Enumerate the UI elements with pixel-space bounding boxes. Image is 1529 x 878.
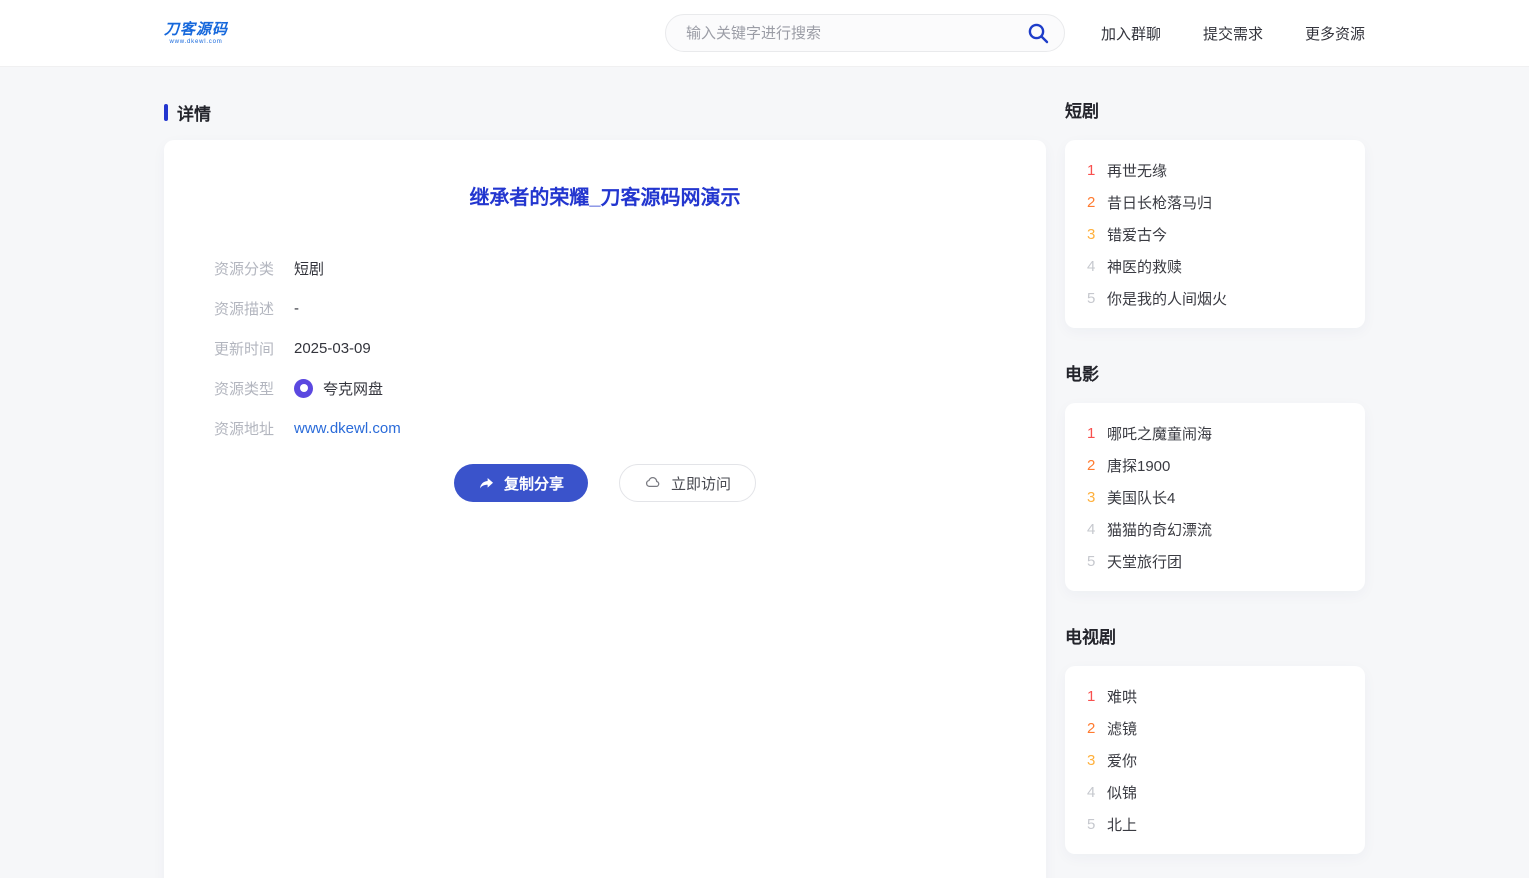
ranking-card: 1 再世无缘 2 昔日长枪落马归 3 错爱古今 4 神医的救赎 5 你是我的人间烟火 [1065,140,1365,328]
field-row-2: 资源描述- [214,288,996,328]
page-body: 详情 继承者的荣耀_刀客源码网演示 资源分类短剧资源描述-更新时间2025-03… [164,67,1365,878]
site-logo[interactable]: 刀客源码 www.dkewl.com [164,21,228,46]
search-input[interactable] [686,25,1026,42]
rank-number: 3 [1087,752,1102,769]
ranking-item-title: 爱你 [1107,750,1137,771]
share-icon [478,475,495,492]
ranking-item[interactable]: 3 美国队长4 [1065,481,1365,513]
detail-card: 继承者的荣耀_刀客源码网演示 资源分类短剧资源描述-更新时间2025-03-09… [164,140,1046,878]
copy-share-button[interactable]: 复制分享 [454,464,588,502]
field-label: 资源分类 [214,258,294,279]
ranking-card: 1 哪吒之魔童闹海 2 唐探1900 3 美国队长4 4 猫猫的奇幻漂流 5 天堂旅行团 [1065,403,1365,591]
cloud-icon [644,474,662,492]
ranking-item[interactable]: 1 哪吒之魔童闹海 [1065,417,1365,449]
search-bar [665,14,1065,52]
sidebar: 短剧 1 再世无缘 2 昔日长枪落马归 3 错爱古今 4 神医的救赎 5 你是我的人间烟火电影 1 哪吒… [1065,102,1365,878]
ranking-item-title: 再世无缘 [1107,160,1167,181]
ranking-item[interactable]: 2 唐探1900 [1065,449,1365,481]
ranking-item[interactable]: 2 昔日长枪落马归 [1065,186,1365,218]
rank-number: 3 [1087,489,1102,506]
field-label: 资源描述 [214,298,294,319]
ranking-item[interactable]: 2 滤镜 [1065,712,1365,744]
ranking-item-title: 美国队长4 [1107,487,1175,508]
rank-number: 2 [1087,194,1102,211]
nav-link-1[interactable]: 加入群聊 [1101,23,1161,44]
sidebar-section-title: 短剧 [1065,102,1365,122]
ranking-item-title: 北上 [1107,814,1137,835]
detail-section-heading: 详情 [164,102,1046,122]
ranking-item[interactable]: 1 再世无缘 [1065,154,1365,186]
ranking-item[interactable]: 3 错爱古今 [1065,218,1365,250]
field-row-3: 更新时间2025-03-09 [214,328,996,368]
action-buttons: 复制分享 立即访问 [214,464,996,502]
header-nav: 加入群聊 提交需求 更多资源 [1101,23,1365,44]
field-value: 2025-03-09 [294,340,371,357]
nav-link-3[interactable]: 更多资源 [1305,23,1365,44]
ranking-item[interactable]: 4 猫猫的奇幻漂流 [1065,513,1365,545]
nav-link-2[interactable]: 提交需求 [1203,23,1263,44]
ranking-item-title: 昔日长枪落马归 [1107,192,1212,213]
rank-number: 5 [1087,816,1102,833]
field-row-4: 资源类型 夸克网盘 [214,368,996,408]
field-value: 短剧 [294,258,324,279]
ranking-item-title: 唐探1900 [1107,455,1170,476]
field-value: 夸克网盘 [323,378,383,399]
logo-subtitle: www.dkewl.com [164,38,228,46]
rank-number: 5 [1087,290,1102,307]
ranking-item[interactable]: 1 难哄 [1065,680,1365,712]
ranking-item-title: 滤镜 [1107,718,1137,739]
ranking-item[interactable]: 5 北上 [1065,808,1365,840]
visit-now-button[interactable]: 立即访问 [619,464,756,502]
field-row-5: 资源地址www.dkewl.com [214,408,996,448]
field-label: 更新时间 [214,338,294,359]
header: 刀客源码 www.dkewl.com 加入群聊 提交需求 更多资源 [0,0,1529,67]
logo-title: 刀客源码 [164,21,228,38]
ranking-item[interactable]: 4 神医的救赎 [1065,250,1365,282]
search-button[interactable] [1026,21,1050,45]
rank-number: 4 [1087,521,1102,538]
copy-share-label: 复制分享 [504,473,564,494]
ranking-item-title: 猫猫的奇幻漂流 [1107,519,1212,540]
rank-number: 4 [1087,258,1102,275]
ranking-item-title: 难哄 [1107,686,1137,707]
rank-number: 3 [1087,226,1102,243]
ranking-item[interactable]: 5 天堂旅行团 [1065,545,1365,577]
ranking-item[interactable]: 4 似锦 [1065,776,1365,808]
visit-now-label: 立即访问 [671,473,731,494]
sidebar-section-title: 电视剧 [1065,628,1365,648]
rank-number: 2 [1087,720,1102,737]
ranking-item-title: 你是我的人间烟火 [1107,288,1227,309]
rank-number: 5 [1087,553,1102,570]
detail-section-title: 详情 [177,100,211,125]
heading-accent-bar [164,104,168,121]
search-icon [1026,21,1050,45]
rank-number: 1 [1087,688,1102,705]
rank-number: 2 [1087,457,1102,474]
ranking-item[interactable]: 3 爱你 [1065,744,1365,776]
rank-number: 4 [1087,784,1102,801]
ranking-item-title: 错爱古今 [1107,224,1167,245]
field-label: 资源类型 [214,378,294,399]
field-value: - [294,300,299,317]
resource-title: 继承者的荣耀_刀客源码网演示 [214,184,996,212]
rank-number: 1 [1087,162,1102,179]
main-column: 详情 继承者的荣耀_刀客源码网演示 资源分类短剧资源描述-更新时间2025-03… [164,102,1046,878]
field-value[interactable]: www.dkewl.com [294,420,401,437]
sidebar-section-1: 短剧 1 再世无缘 2 昔日长枪落马归 3 错爱古今 4 神医的救赎 5 你是我的人间烟火 [1065,102,1365,328]
rank-number: 1 [1087,425,1102,442]
ranking-item-title: 天堂旅行团 [1107,551,1182,572]
sidebar-section-3: 电视剧 1 难哄 2 滤镜 3 爱你 4 似锦 5 北上 [1065,628,1365,854]
sidebar-section-title: 电影 [1065,365,1365,385]
ranking-item[interactable]: 5 你是我的人间烟火 [1065,282,1365,314]
sidebar-section-2: 电影 1 哪吒之魔童闹海 2 唐探1900 3 美国队长4 4 猫猫的奇幻漂流 5 天堂旅行团 [1065,365,1365,591]
ranking-item-title: 哪吒之魔童闹海 [1107,423,1212,444]
ranking-item-title: 似锦 [1107,782,1137,803]
ranking-item-title: 神医的救赎 [1107,256,1182,277]
resource-fields: 资源分类短剧资源描述-更新时间2025-03-09资源类型夸克网盘资源地址www… [214,248,996,448]
quark-netdisk-icon [294,379,313,398]
ranking-card: 1 难哄 2 滤镜 3 爱你 4 似锦 5 北上 [1065,666,1365,854]
field-row-1: 资源分类短剧 [214,248,996,288]
field-label: 资源地址 [214,418,294,439]
